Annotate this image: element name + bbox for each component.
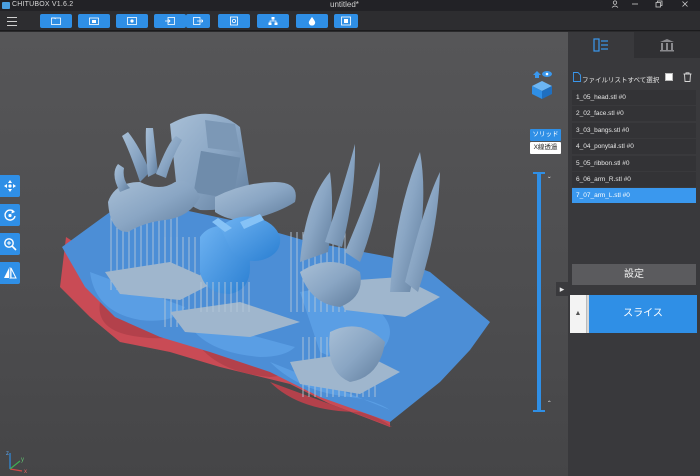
xray-mode-button[interactable]: X線透過 bbox=[530, 142, 561, 154]
view-cube[interactable] bbox=[530, 70, 554, 100]
resin-icon bbox=[308, 17, 316, 26]
screenshot-icon bbox=[341, 16, 351, 26]
layer-slider[interactable]: ˇ ˆ bbox=[531, 172, 551, 412]
layer-slider-track[interactable] bbox=[537, 172, 541, 412]
layer-slider-bottom-handle[interactable] bbox=[533, 410, 545, 412]
machine-settings-icon bbox=[230, 16, 238, 26]
chitubox-logo-icon bbox=[2, 2, 10, 9]
title-bar: CHITUBOX V1.6.2 untitled* bbox=[0, 0, 700, 11]
list-item[interactable]: 3_03_bangs.stl #0 bbox=[572, 122, 696, 138]
right-panel: ファイルリストすべて選択 1_05_head.stl #0 2_02_face.… bbox=[568, 32, 700, 476]
rotate-icon bbox=[4, 209, 16, 221]
view-cube-icon bbox=[532, 71, 552, 99]
scale-tool-button[interactable] bbox=[0, 233, 20, 255]
chitubox-window: CHITUBOX V1.6.2 untitled* ソリッド X線透過 ˇ ˆ … bbox=[0, 0, 700, 476]
document-title: untitled* bbox=[330, 0, 359, 9]
list-item[interactable]: 2_02_face.stl #0 bbox=[572, 106, 696, 122]
move-tool-button[interactable] bbox=[0, 175, 20, 197]
screenshot-button[interactable] bbox=[334, 14, 358, 28]
tab-support[interactable] bbox=[634, 32, 700, 58]
hamburger-menu-icon[interactable] bbox=[5, 14, 19, 28]
slider-up-arrow[interactable]: ˇ bbox=[548, 176, 551, 185]
mirror-tool-button[interactable] bbox=[0, 262, 20, 284]
open-project-button[interactable] bbox=[78, 14, 110, 28]
network-button[interactable] bbox=[257, 14, 289, 28]
rotate-tool-button[interactable] bbox=[0, 204, 20, 226]
open-file-icon bbox=[51, 17, 61, 25]
slider-down-arrow[interactable]: ˆ bbox=[548, 400, 551, 409]
render-mode-toggle: ソリッド X線透過 bbox=[530, 129, 561, 155]
file-icon bbox=[573, 72, 581, 82]
resin-button[interactable] bbox=[296, 14, 328, 28]
slice-options-arrow[interactable]: ▲ bbox=[570, 295, 587, 333]
model-list-icon bbox=[593, 38, 608, 52]
app-name: CHITUBOX V1.6.2 bbox=[12, 1, 74, 8]
scale-icon bbox=[4, 238, 17, 251]
solid-mode-button[interactable]: ソリッド bbox=[530, 129, 561, 141]
image-icon bbox=[127, 17, 137, 25]
image-button[interactable] bbox=[116, 14, 148, 28]
select-all-label: ファイルリストすべて選択 bbox=[582, 77, 660, 84]
slice-button[interactable]: スライス bbox=[589, 295, 697, 333]
settings-button[interactable]: 設定 bbox=[572, 264, 696, 285]
list-item[interactable]: 6_06_arm_R.stl #0 bbox=[572, 171, 696, 187]
list-item[interactable]: 1_05_head.stl #0 bbox=[572, 90, 696, 105]
file-list: 1_05_head.stl #0 2_02_face.stl #0 3_03_b… bbox=[572, 90, 696, 205]
panel-collapse-button[interactable]: ▸ bbox=[556, 282, 568, 296]
import-icon bbox=[165, 17, 175, 25]
export-icon bbox=[193, 17, 203, 25]
main-toolbar bbox=[0, 11, 700, 31]
list-item-selected[interactable]: 7_07_arm_L.stl #0 bbox=[572, 188, 696, 204]
axis-x-label: x bbox=[24, 469, 27, 475]
axis-y-label: y bbox=[21, 457, 24, 463]
import-button[interactable] bbox=[154, 14, 186, 28]
open-project-icon bbox=[89, 17, 99, 25]
machine-settings-button[interactable] bbox=[218, 14, 250, 28]
layer-slider-top-handle[interactable] bbox=[533, 172, 545, 174]
close-icon[interactable] bbox=[678, 0, 692, 11]
axis-z-label: z bbox=[6, 451, 9, 457]
slice-group: ▲ スライス bbox=[570, 295, 697, 333]
user-icon[interactable] bbox=[608, 0, 622, 11]
network-icon bbox=[268, 17, 278, 25]
list-item[interactable]: 5_05_ribbon.stl #0 bbox=[572, 155, 696, 171]
select-all-checkbox[interactable] bbox=[665, 73, 673, 81]
list-item[interactable]: 4_04_ponytail.stl #0 bbox=[572, 139, 696, 155]
trash-icon[interactable] bbox=[683, 72, 692, 82]
export-button[interactable] bbox=[186, 14, 210, 28]
mirror-icon bbox=[4, 267, 17, 279]
panel-tabs bbox=[568, 32, 700, 58]
open-file-button[interactable] bbox=[40, 14, 72, 28]
support-icon bbox=[660, 39, 674, 52]
restore-icon[interactable] bbox=[652, 0, 666, 11]
axis-gizmo: z x y bbox=[2, 447, 32, 475]
move-icon bbox=[4, 180, 16, 192]
file-list-header: ファイルリストすべて選択 bbox=[572, 72, 696, 84]
tab-model-list[interactable] bbox=[568, 32, 634, 58]
model-scene bbox=[60, 113, 490, 427]
minimize-icon[interactable] bbox=[628, 0, 642, 11]
3d-viewport[interactable]: ソリッド X線透過 ˇ ˆ z x y ▸ bbox=[0, 32, 568, 476]
